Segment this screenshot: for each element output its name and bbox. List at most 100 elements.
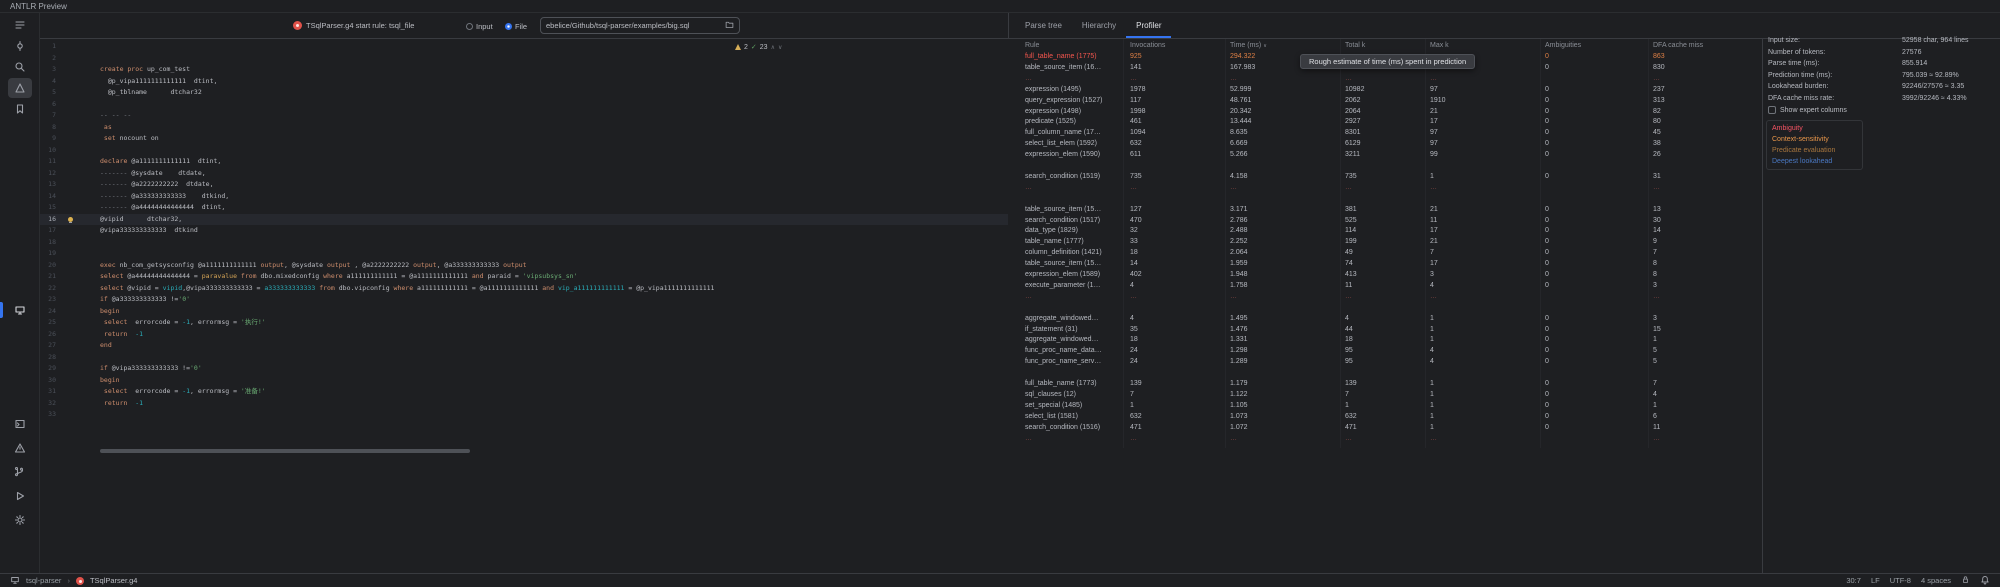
project-icon[interactable] bbox=[10, 575, 20, 587]
sql-editor[interactable]: 123create proc up_com_test4 @p_vipa11111… bbox=[40, 39, 1008, 573]
code-line[interactable]: 29if @vipa333333333333 !='0' bbox=[40, 363, 1008, 375]
caret-position[interactable]: 30:7 bbox=[1846, 576, 1861, 585]
profiler-row[interactable]: full_column_name (17…10948.635830197045 bbox=[1008, 128, 1755, 139]
column-header[interactable]: Time (ms) bbox=[1230, 39, 1341, 52]
code-line[interactable]: 9 set nocount on bbox=[40, 133, 1008, 145]
profiler-row[interactable]: select_list (1581)6321.073632106 bbox=[1008, 412, 1755, 423]
settings-icon[interactable] bbox=[8, 510, 32, 530]
file-encoding[interactable]: UTF-8 bbox=[1890, 576, 1911, 585]
profiler-table[interactable]: full_table_name (1775)925294.3220863tabl… bbox=[1008, 52, 1755, 448]
code-line[interactable]: 1 bbox=[40, 41, 1008, 53]
profiler-row[interactable]: select_list_elem (1592)6326.669612997038 bbox=[1008, 139, 1755, 150]
profiler-row[interactable] bbox=[1008, 368, 1755, 379]
code-line[interactable]: 22select @vipid = vipid,@vipa33333333333… bbox=[40, 283, 1008, 295]
code-line[interactable]: 20exec nb_com_getsysconfig @a11111111111… bbox=[40, 260, 1008, 272]
profiler-row[interactable]: column_definition (1421)182.06449707 bbox=[1008, 248, 1755, 259]
code-line[interactable]: 33 bbox=[40, 409, 1008, 421]
folder-icon[interactable] bbox=[725, 20, 734, 31]
code-line[interactable]: 25 select errorcode = -1, errormsg = '执行… bbox=[40, 317, 1008, 329]
code-line[interactable]: 21select @a44444444444444 = paravalue fr… bbox=[40, 271, 1008, 283]
code-line[interactable]: 11declare @a1111111111111 dtint, bbox=[40, 156, 1008, 168]
column-header[interactable]: Invocations bbox=[1130, 39, 1226, 52]
structure-icon[interactable] bbox=[8, 15, 32, 35]
column-header[interactable]: DFA cache miss bbox=[1653, 39, 1752, 52]
breadcrumb-file[interactable]: TSqlParser.g4 bbox=[90, 576, 138, 585]
profiler-row[interactable]: table_name (1777)332.2521992109 bbox=[1008, 237, 1755, 248]
column-header[interactable]: Total k bbox=[1345, 39, 1426, 52]
code-line[interactable]: 3create proc up_com_test bbox=[40, 64, 1008, 76]
antlr-preview-icon[interactable] bbox=[8, 300, 32, 320]
profiler-row[interactable]: aggregate_windowed…181.33118101 bbox=[1008, 335, 1755, 346]
input-radio[interactable]: Input bbox=[466, 13, 493, 39]
profiler-row[interactable]: expression (1498)199820.342206421082 bbox=[1008, 107, 1755, 118]
code-line[interactable]: 6 bbox=[40, 99, 1008, 111]
code-line[interactable]: 18 bbox=[40, 237, 1008, 249]
profiler-row[interactable]: ……………… bbox=[1008, 74, 1755, 85]
code-line[interactable]: 16@vipid dtchar32, bbox=[40, 214, 1008, 226]
profiler-row[interactable]: ……………… bbox=[1008, 292, 1755, 303]
profiler-row[interactable]: ……………… bbox=[1008, 434, 1755, 445]
column-header[interactable]: Ambiguities bbox=[1545, 39, 1649, 52]
search-icon[interactable] bbox=[8, 57, 32, 77]
tab-hierarchy[interactable]: Hierarchy bbox=[1072, 13, 1126, 38]
profiler-row[interactable]: expression_elem (1589)4021.948413308 bbox=[1008, 270, 1755, 281]
file-radio[interactable]: File bbox=[505, 13, 527, 39]
profiler-row[interactable]: full_table_name (1773)1391.179139107 bbox=[1008, 379, 1755, 390]
profiler-row[interactable] bbox=[1008, 161, 1755, 172]
code-line[interactable]: 14------- @a333333333333 dtkind, bbox=[40, 191, 1008, 203]
prev-issue-button[interactable] bbox=[771, 44, 775, 51]
profiler-row[interactable]: expression_elem (1590)6115.266321199026 bbox=[1008, 150, 1755, 161]
profiler-row[interactable]: ……………… bbox=[1008, 183, 1755, 194]
indent-setting[interactable]: 4 spaces bbox=[1921, 576, 1951, 585]
profiler-row[interactable]: search_condition (1519)7354.1587351031 bbox=[1008, 172, 1755, 183]
profiler-row[interactable]: execute_parameter (1…41.75811403 bbox=[1008, 281, 1755, 292]
code-line[interactable]: 30begin bbox=[40, 375, 1008, 387]
notifications-bell-icon[interactable] bbox=[1980, 575, 1990, 587]
problems-icon[interactable] bbox=[8, 438, 32, 458]
tab-parse-tree[interactable]: Parse tree bbox=[1015, 13, 1072, 38]
code-line[interactable]: 23if @a333333333333 !='0' bbox=[40, 294, 1008, 306]
profiler-row[interactable]: predicate (1525)46113.444292717080 bbox=[1008, 117, 1755, 128]
code-line[interactable]: 10 bbox=[40, 145, 1008, 157]
code-line[interactable]: 13------- @a2222222222 dtdate, bbox=[40, 179, 1008, 191]
profiler-row[interactable]: data_type (1829)322.48811417014 bbox=[1008, 226, 1755, 237]
profiler-row[interactable]: sql_clauses (12)71.1227104 bbox=[1008, 390, 1755, 401]
code-line[interactable]: 4 @p_vipa1111111111111 dtint, bbox=[40, 76, 1008, 88]
column-header[interactable]: Max k bbox=[1430, 39, 1541, 52]
profiler-row[interactable] bbox=[1008, 194, 1755, 205]
show-expert-columns-checkbox[interactable]: Show expert columns bbox=[1768, 106, 1847, 114]
code-line[interactable]: 17@vipa333333333333 dtkind bbox=[40, 225, 1008, 237]
tab-profiler[interactable]: Profiler bbox=[1126, 13, 1171, 38]
line-ending[interactable]: LF bbox=[1871, 576, 1880, 585]
next-issue-button[interactable] bbox=[778, 44, 782, 51]
code-line[interactable]: 12------- @sysdate dtdate, bbox=[40, 168, 1008, 180]
code-line[interactable]: 15------- @a44444444444444 dtint, bbox=[40, 202, 1008, 214]
code-line[interactable]: 8 as bbox=[40, 122, 1008, 134]
breadcrumb-project[interactable]: tsql-parser bbox=[26, 576, 61, 585]
profiler-row[interactable]: func_proc_name_data…241.29895405 bbox=[1008, 346, 1755, 357]
profiler-row[interactable]: query_expression (1527)11748.76120621910… bbox=[1008, 96, 1755, 107]
profiler-row[interactable]: expression (1495)197852.99910982970237 bbox=[1008, 85, 1755, 96]
bookmarks-icon[interactable] bbox=[8, 99, 32, 119]
intention-lightbulb-icon[interactable] bbox=[68, 217, 73, 222]
terminal-icon[interactable] bbox=[8, 414, 32, 434]
code-line[interactable]: 32 return -1 bbox=[40, 398, 1008, 410]
inspection-widget[interactable]: 2 23 bbox=[735, 43, 782, 51]
git-branch-icon[interactable] bbox=[8, 462, 32, 482]
code-line[interactable]: 31 select errorcode = -1, errormsg = '准备… bbox=[40, 386, 1008, 398]
profiler-row[interactable]: search_condition (1516)4711.0724711011 bbox=[1008, 423, 1755, 434]
code-line[interactable]: 26 return -1 bbox=[40, 329, 1008, 341]
profiler-row[interactable] bbox=[1008, 303, 1755, 314]
profiler-row[interactable]: set_special (1485)11.1051101 bbox=[1008, 401, 1755, 412]
file-path-input[interactable]: ebelice/Github/tsql-parser/examples/big.… bbox=[540, 17, 740, 34]
code-line[interactable]: 2 bbox=[40, 53, 1008, 65]
antlr-icon[interactable] bbox=[8, 78, 32, 98]
editor-horizontal-scrollbar[interactable] bbox=[100, 449, 470, 453]
profiler-row[interactable]: table_source_item (15…1273.17138121013 bbox=[1008, 205, 1755, 216]
code-line[interactable]: 24begin bbox=[40, 306, 1008, 318]
commits-icon[interactable] bbox=[8, 36, 32, 56]
profiler-row[interactable]: func_proc_name_serv…241.28995405 bbox=[1008, 357, 1755, 368]
code-line[interactable]: 28 bbox=[40, 352, 1008, 364]
profiler-row[interactable]: table_source_item (15…141.959741708 bbox=[1008, 259, 1755, 270]
lock-icon[interactable] bbox=[1961, 575, 1970, 586]
